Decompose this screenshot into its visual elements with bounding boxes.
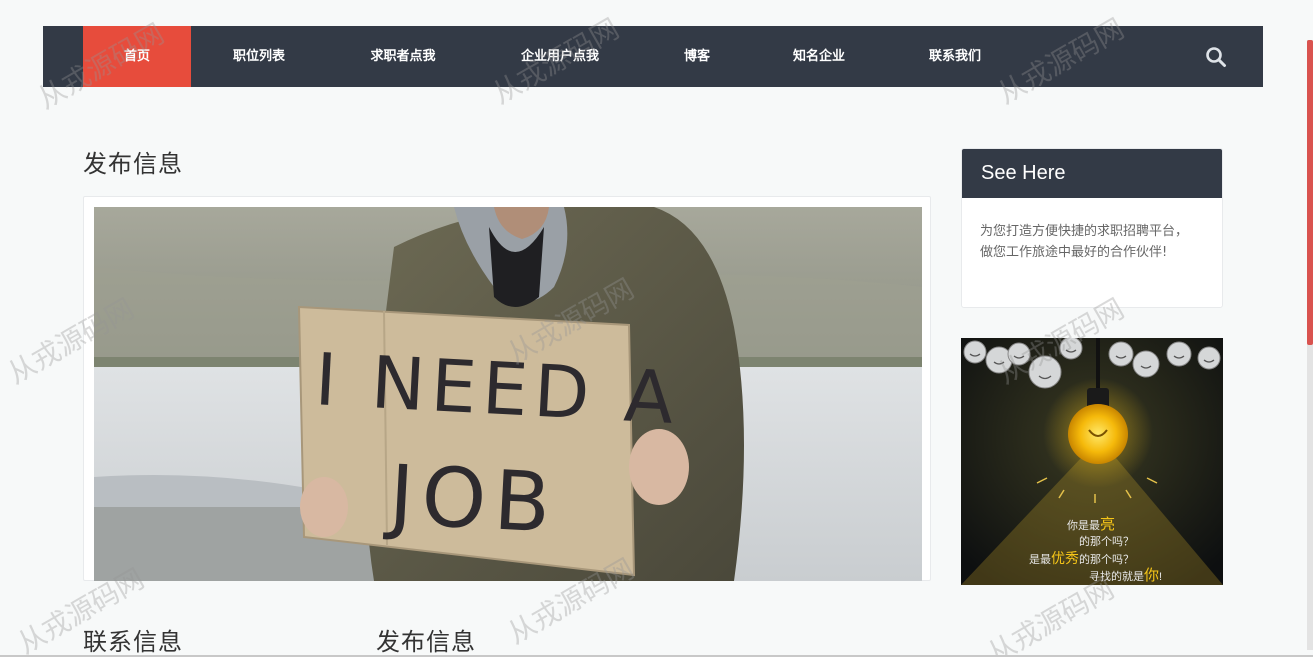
ad-text-3c: 的那个吗？	[1079, 552, 1134, 566]
nav-item-job-list[interactable]: 职位列表	[219, 26, 299, 87]
ad-text-4b: 你	[1144, 567, 1159, 584]
nav-item-contact-us[interactable]: 联系我们	[915, 26, 995, 87]
ad-text-1a: 你是最	[1067, 519, 1100, 532]
ad-text-2: 的那个吗？	[1079, 534, 1134, 548]
search-icon[interactable]	[1205, 46, 1227, 68]
scrollbar-thumb[interactable]	[1307, 40, 1313, 345]
lightbulb-ad[interactable]: 你是最亮 的那个吗？ 是最优秀的那个吗？ 寻找的就是你!	[961, 338, 1223, 585]
ad-text-3b: 优秀	[1051, 550, 1079, 566]
nav-item-home[interactable]: 首页	[83, 26, 191, 87]
see-here-card: See Here 为您打造方便快捷的求职招聘平台，做您工作旅途中最好的合作伙伴!	[961, 148, 1223, 308]
contact-info-title: 联系信息	[83, 628, 183, 656]
main-navbar: 首页 职位列表 求职者点我 企业用户点我 博客 知名企业 联系我们	[43, 26, 1263, 87]
hero-card: I NEED A JOB	[83, 196, 931, 581]
nav-item-famous-companies[interactable]: 知名企业	[779, 26, 859, 87]
see-here-text: 为您打造方便快捷的求职招聘平台，做您工作旅途中最好的合作伙伴!	[980, 224, 1189, 260]
nav-item-blog[interactable]: 博客	[669, 26, 725, 87]
nav-item-employers[interactable]: 企业用户点我	[503, 26, 617, 87]
see-here-title: See Here	[962, 149, 1222, 198]
ad-text-4a: 寻找的就是	[1089, 569, 1144, 583]
ad-text-4c: !	[1159, 571, 1162, 583]
hero-image: I NEED A JOB	[94, 207, 922, 581]
nav-item-job-seekers[interactable]: 求职者点我	[353, 26, 453, 87]
publish-info-title: 发布信息	[376, 628, 476, 656]
page-title: 发布信息	[83, 150, 183, 178]
sign-text-line2: JOB	[382, 448, 561, 552]
ad-text-1b: 亮	[1100, 516, 1115, 533]
ad-text-3a: 是最	[1029, 553, 1051, 566]
